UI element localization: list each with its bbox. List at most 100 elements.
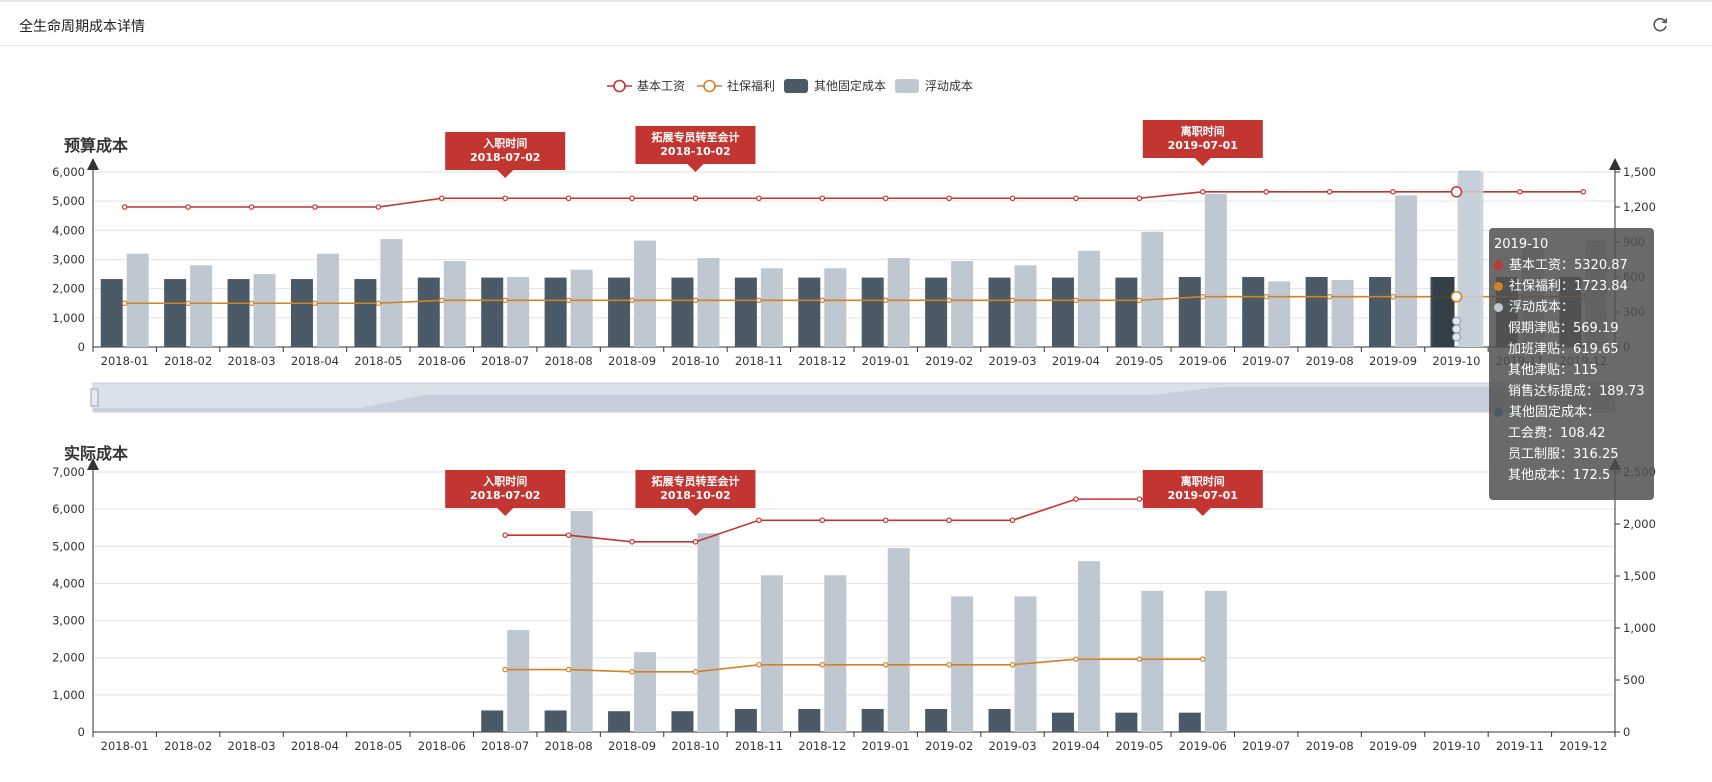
tooltip-row: 社保福利：1723.84 [1494, 276, 1649, 297]
data-zoom-slider[interactable] [90, 382, 1616, 413]
tooltip-row: 其他固定成本： [1494, 402, 1649, 423]
y2-tick-label: 500 [1623, 673, 1645, 687]
bar-floating-cost [760, 268, 783, 347]
x-tick-label: 2018-03 [228, 354, 276, 368]
series-point [819, 297, 826, 304]
x-tick-label: 2018-10 [671, 354, 719, 368]
bar-floating-cost [507, 629, 530, 732]
series-line [124, 295, 1584, 305]
x-tick-label: 2018-08 [545, 354, 593, 368]
bar-floating-cost [1204, 590, 1227, 732]
annotation-label: 拓展专员转至会计 [651, 130, 739, 144]
x-tick-label: 2019-02 [925, 739, 973, 753]
annotation-date: 2018-07-02 [470, 151, 540, 164]
annotation-label: 离职时间 [1181, 124, 1225, 138]
bar-fixed-cost [1051, 277, 1074, 347]
series-color-dot [1494, 303, 1503, 312]
series-point [692, 297, 699, 304]
annotation-date: 2018-07-02 [470, 489, 540, 502]
x-tick-label: 2018-01 [101, 354, 149, 368]
y-tick-label: 1,000 [52, 688, 85, 702]
bar-floating-cost [1141, 590, 1164, 732]
bar-floating-cost [570, 511, 593, 732]
legend-item-1[interactable]: 基本工资 [607, 79, 685, 93]
x-tick-label: 2018-05 [354, 739, 402, 753]
x-tick-label: 2018-09 [608, 354, 656, 368]
tooltip-sub-row: 加班津贴：619.65 [1508, 342, 1619, 357]
series-point [312, 300, 318, 307]
y-tick-label: 5,000 [52, 194, 85, 208]
series-point [629, 669, 635, 675]
card-header: 全生命周期成本详情 [0, 4, 1712, 46]
x-tick-label: 2019-06 [1179, 739, 1227, 753]
tooltip-sub-row: 销售达标提成：189.73 [1508, 384, 1645, 399]
series-point [1580, 189, 1587, 195]
series-point [819, 661, 826, 668]
series-point [1073, 297, 1079, 304]
x-tick-label: 2018-12 [798, 354, 846, 368]
x-tick-label: 2019-10 [1432, 354, 1480, 368]
x-tick-label: 2018-09 [608, 739, 656, 753]
bar-fixed-cost [798, 277, 821, 347]
x-tick-label: 2018-04 [291, 354, 339, 368]
series-point [882, 195, 889, 202]
chart-title: 实际成本 [64, 444, 128, 463]
series-point [1136, 297, 1143, 304]
y2-axis-arrow [1609, 158, 1621, 170]
y-tick-label: 6,000 [52, 502, 85, 516]
chart-tooltip: 2019-10 基本工资：5320.87 社保福利：1723.84 浮动成本： 假期津… [1489, 228, 1654, 500]
legend-item-2[interactable]: 社保福利 [697, 78, 775, 93]
y-tick-label: 0 [78, 725, 85, 739]
bar-fixed-cost [734, 708, 757, 732]
bar-floating-cost [1077, 561, 1100, 732]
x-tick-label: 2018-06 [418, 354, 466, 368]
tooltip-sub-row: 员工制服：316.25 [1508, 447, 1619, 462]
annotation-flag: 拓展专员转至会计2018-10-02 [635, 126, 756, 172]
y2-tick-label: 1,000 [1623, 621, 1656, 635]
y-tick-label: 4,000 [52, 223, 85, 237]
x-tick-label: 2019-01 [862, 739, 910, 753]
series-point [375, 300, 382, 307]
y-tick-label: 4,000 [52, 576, 85, 590]
series-point [1136, 195, 1143, 202]
series-point [1073, 195, 1079, 202]
series-point [565, 297, 572, 304]
x-tick-label: 2018-03 [228, 739, 276, 753]
bar-floating-cost [1395, 195, 1418, 347]
bar-floating-cost [634, 240, 657, 347]
chart-panel-1: 预算成本01,0002,0003,0004,0005,0006,00003006… [52, 136, 1656, 368]
legend-label: 浮动成本 [925, 79, 973, 93]
annotation-date: 2018-10-02 [660, 145, 730, 158]
y-tick-label: 0 [78, 340, 85, 354]
bar-floating-cost [507, 277, 530, 347]
series-point [121, 300, 128, 307]
tooltip-row: 基本工资：5320.87 [1494, 255, 1649, 276]
tooltip-sub-row: 其他津贴：115 [1508, 363, 1598, 378]
series-point [185, 300, 191, 307]
bar-floating-cost [570, 269, 593, 347]
series-point [882, 517, 889, 524]
bar-fixed-cost [671, 277, 694, 347]
x-tick-label: 2018-07 [481, 354, 529, 368]
x-tick-label: 2018-11 [735, 739, 783, 753]
refresh-icon[interactable] [1650, 15, 1670, 35]
legend-item-3[interactable]: 其他固定成本 [784, 78, 886, 93]
chart-card: 全生命周期成本详情 基本工资 社保福利 其他固定成本 浮动成本 预算成本 0 1,000 2,… [0, 0, 1712, 780]
y2-tick-label: 1,500 [1623, 165, 1656, 179]
y-tick-label: 7,000 [52, 465, 85, 479]
series-point [1326, 189, 1333, 195]
series-point [248, 300, 255, 307]
x-tick-label: 2019-03 [989, 739, 1037, 753]
bar-fixed-cost [1305, 277, 1328, 347]
series-point [1009, 195, 1016, 202]
bar-floating-cost [887, 548, 910, 732]
bar-floating-cost [1268, 281, 1291, 347]
series-point [565, 666, 572, 673]
bar-fixed-cost [608, 711, 631, 732]
bar-fixed-cost [290, 279, 313, 347]
bar-fixed-cost [1369, 277, 1392, 347]
series-point [1073, 656, 1079, 663]
legend-item-4[interactable]: 浮动成本 [895, 79, 973, 93]
series-point [1136, 656, 1143, 663]
series-point [756, 517, 762, 524]
